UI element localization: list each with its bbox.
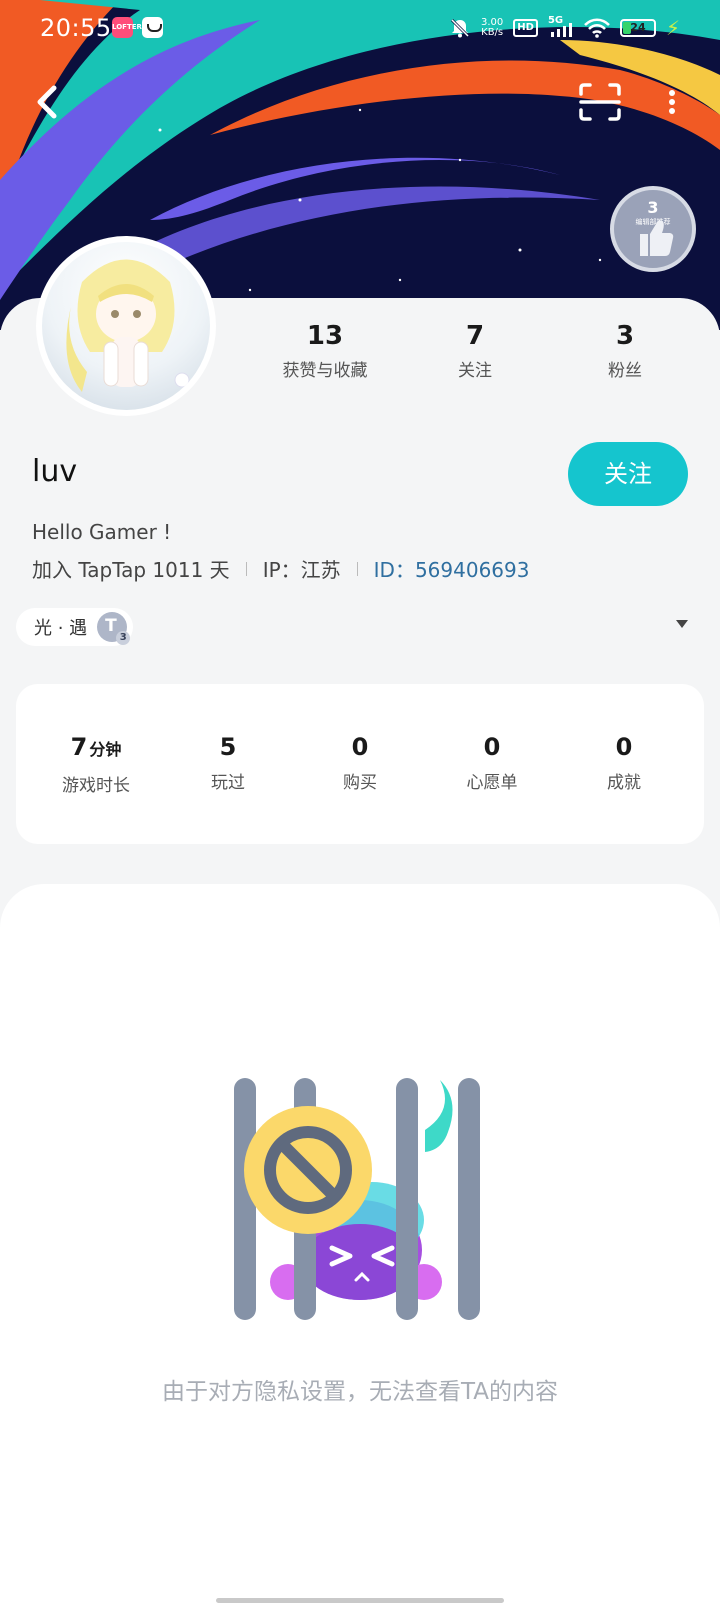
stat-label: 粉丝: [608, 361, 642, 381]
status-time: 20:55: [40, 14, 112, 42]
back-arrow-icon[interactable]: [30, 80, 70, 124]
thumbs-up-icon: [640, 220, 674, 256]
game-stat-purchased[interactable]: 0 购买: [294, 684, 426, 844]
ip-location: IP：江苏: [262, 558, 341, 582]
divider: [245, 561, 247, 576]
more-dots-icon[interactable]: [654, 84, 690, 120]
game-stat-label: 成就: [607, 773, 641, 793]
stat-likes[interactable]: 13 获赞与收藏: [250, 320, 400, 381]
avatar-image: [66, 259, 190, 392]
game-stat-played[interactable]: 5 玩过: [162, 684, 294, 844]
game-stat-label: 游戏时长: [62, 776, 130, 796]
net-speed: 3.00 KB/s: [481, 18, 503, 38]
game-tag-label: 光 · 遇: [34, 618, 88, 639]
profile-stats: 13 获赞与收藏 7 关注 3 粉丝: [250, 320, 700, 381]
bag-app-icon: [142, 17, 163, 38]
divider: [356, 561, 358, 576]
status-bar: 20:55 LOFTER 3.00 KB/s HD 5G 24 ⚡: [0, 0, 720, 56]
game-stat-wishlist[interactable]: 0 心愿单: [426, 684, 558, 844]
signal-icon: 5G: [548, 15, 574, 39]
stat-label: 获赞与收藏: [282, 361, 368, 381]
game-stat-unit: 分钟: [89, 740, 122, 759]
privacy-jail-illustration: [234, 1078, 480, 1320]
game-stat-achievements[interactable]: 0 成就: [558, 684, 690, 844]
username: luv: [32, 454, 78, 489]
privacy-message: 由于对方隐私设置，无法查看TA的内容: [162, 1379, 558, 1405]
bio-text: Hello Gamer !: [32, 520, 172, 544]
stat-following[interactable]: 7 关注: [400, 320, 550, 381]
game-stat-value: 7: [70, 733, 88, 761]
wifi-icon: [584, 18, 610, 38]
home-indicator[interactable]: [216, 1598, 504, 1603]
battery-icon: 24: [619, 19, 656, 37]
joined-days: 加入 TapTap 1011 天: [32, 558, 230, 582]
charging-icon: ⚡: [665, 16, 680, 40]
stat-value: 7: [465, 321, 485, 351]
game-stat-value: 5: [219, 733, 237, 761]
game-tag-chip[interactable]: 光 · 遇: [16, 608, 134, 646]
taptap-level-icon: [97, 612, 131, 645]
game-stat-value: 0: [483, 733, 501, 761]
stat-value: 13: [306, 321, 344, 351]
scan-icon[interactable]: [578, 82, 622, 122]
game-stats-card: 7 分钟 游戏时长 5 玩过 0 购买 0 心愿单 0 成就: [16, 684, 704, 844]
stat-value: 3: [615, 321, 635, 351]
lofter-app-icon: LOFTER: [112, 17, 142, 38]
hd-icon: HD: [513, 19, 538, 37]
user-id[interactable]: ID：569406693: [374, 554, 530, 583]
game-stat-value: 0: [351, 733, 369, 761]
game-stat-playtime[interactable]: 7 分钟 游戏时长: [30, 684, 162, 844]
level-badge[interactable]: 3 编辑部推荐: [610, 186, 696, 272]
mute-bell-icon: [450, 18, 470, 38]
profile-meta: 加入 TapTap 1011 天 IP：江苏 ID：569406693: [32, 554, 529, 583]
avatar[interactable]: [36, 236, 216, 416]
battery-level: 24: [630, 21, 646, 34]
follow-button[interactable]: 关注: [568, 442, 688, 506]
expand-arrow-icon[interactable]: [676, 620, 688, 628]
net-speed-unit: KB/s: [481, 27, 504, 38]
game-stat-label: 心愿单: [466, 773, 518, 793]
status-icons: 3.00 KB/s HD 5G 24 ⚡: [449, 14, 680, 42]
game-stat-label: 玩过: [211, 773, 245, 793]
game-stat-value: 0: [615, 733, 633, 761]
stat-fans[interactable]: 3 粉丝: [550, 320, 700, 381]
game-stat-label: 购买: [343, 773, 377, 793]
stat-label: 关注: [458, 361, 492, 381]
